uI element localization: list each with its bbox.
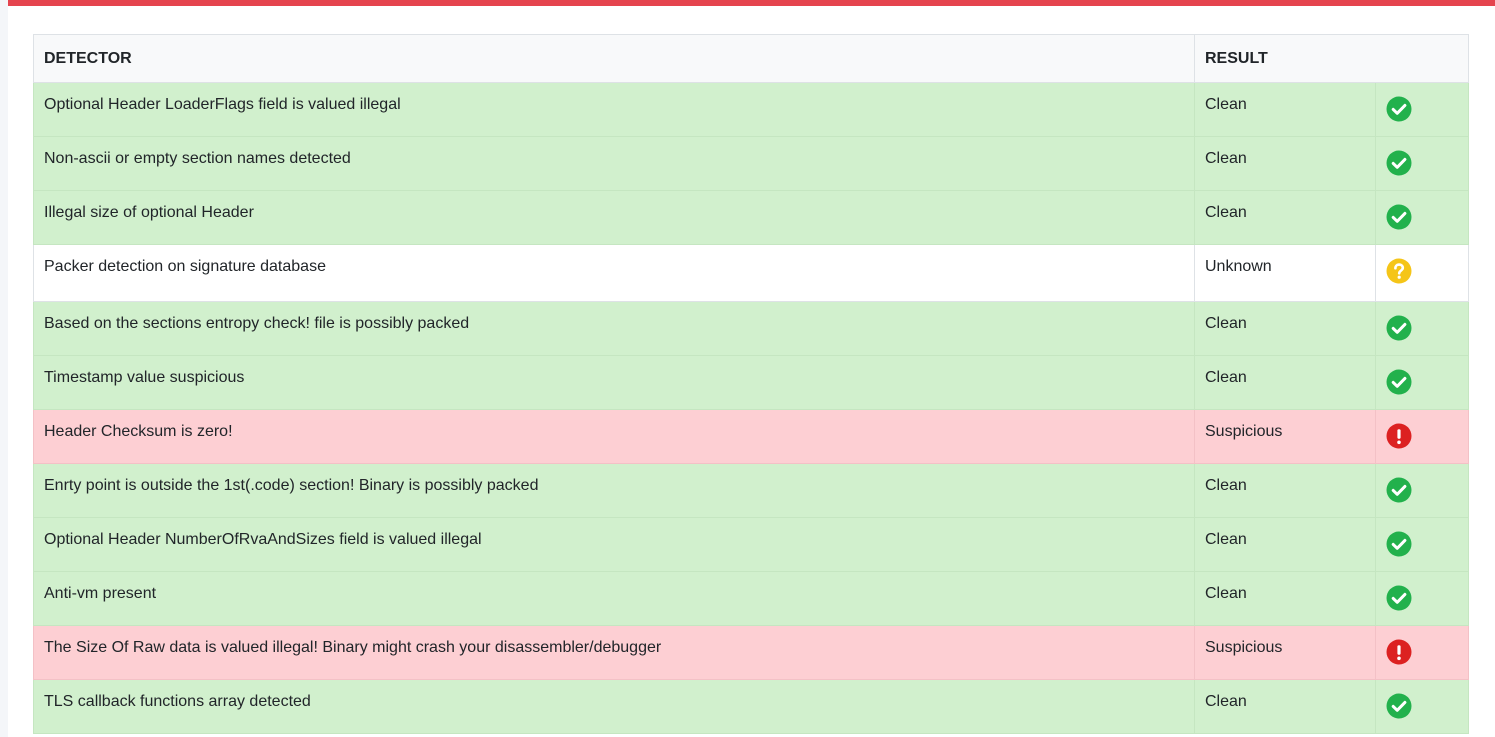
detector-name-cell: Illegal size of optional Header <box>33 190 1195 245</box>
table-row: Enrty point is outside the 1st(.code) se… <box>33 463 1469 518</box>
status-icon-cell <box>1375 355 1469 410</box>
table-row: Optional Header NumberOfRvaAndSizes fiel… <box>33 517 1469 572</box>
result-cell: Clean <box>1194 571 1376 626</box>
detector-name-cell: TLS callback functions array detected <box>33 679 1195 734</box>
status-icon-cell <box>1375 625 1469 680</box>
result-cell: Clean <box>1194 82 1376 137</box>
card-top-border <box>8 0 1495 6</box>
status-icon-cell <box>1375 679 1469 734</box>
table-row: Non-ascii or empty section names detecte… <box>33 136 1469 191</box>
check-circle-icon <box>1386 96 1412 122</box>
check-circle-icon <box>1386 315 1412 341</box>
table-row: The Size Of Raw data is valued illegal! … <box>33 625 1469 680</box>
table-row: Header Checksum is zero! Suspicious <box>33 409 1469 464</box>
result-column-header[interactable]: RESULT <box>1194 34 1376 83</box>
table-row: Optional Header LoaderFlags field is val… <box>33 82 1469 137</box>
result-cell: Clean <box>1194 355 1376 410</box>
detector-name-cell: Enrty point is outside the 1st(.code) se… <box>33 463 1195 518</box>
result-cell: Suspicious <box>1194 625 1376 680</box>
question-circle-icon <box>1386 258 1412 284</box>
detector-results-card: DETECTOR RESULT Optional Header LoaderFl… <box>8 0 1495 737</box>
status-icon-cell <box>1375 463 1469 518</box>
detector-name-cell: Timestamp value suspicious <box>33 355 1195 410</box>
table-body: Optional Header LoaderFlags field is val… <box>33 82 1469 734</box>
detector-name-cell: The Size Of Raw data is valued illegal! … <box>33 625 1195 680</box>
table-header-row: DETECTOR RESULT <box>33 34 1469 83</box>
status-icon-column-header <box>1375 34 1469 83</box>
status-icon-cell <box>1375 244 1469 302</box>
detector-name-cell: Anti-vm present <box>33 571 1195 626</box>
detector-name-cell: Non-ascii or empty section names detecte… <box>33 136 1195 191</box>
table-row: TLS callback functions array detected Cle… <box>33 679 1469 734</box>
result-cell: Suspicious <box>1194 409 1376 464</box>
status-icon-cell <box>1375 517 1469 572</box>
result-cell: Clean <box>1194 517 1376 572</box>
detector-name-cell: Packer detection on signature database <box>33 244 1195 302</box>
result-cell: Clean <box>1194 136 1376 191</box>
table-row: Illegal size of optional Header Clean <box>33 190 1469 245</box>
check-circle-icon <box>1386 150 1412 176</box>
status-icon-cell <box>1375 136 1469 191</box>
result-cell: Clean <box>1194 679 1376 734</box>
detector-results-table: DETECTOR RESULT Optional Header LoaderFl… <box>33 34 1469 734</box>
status-icon-cell <box>1375 82 1469 137</box>
detector-name-cell: Header Checksum is zero! <box>33 409 1195 464</box>
table-row: Timestamp value suspicious Clean <box>33 355 1469 410</box>
table-row: Packer detection on signature database Un… <box>33 244 1469 302</box>
detector-column-header[interactable]: DETECTOR <box>33 34 1195 83</box>
table-row: Anti-vm present Clean <box>33 571 1469 626</box>
check-circle-icon <box>1386 477 1412 503</box>
check-circle-icon <box>1386 204 1412 230</box>
check-circle-icon <box>1386 585 1412 611</box>
result-cell: Clean <box>1194 190 1376 245</box>
status-icon-cell <box>1375 301 1469 356</box>
check-circle-icon <box>1386 369 1412 395</box>
exclamation-circle-icon <box>1386 423 1412 449</box>
result-cell: Clean <box>1194 301 1376 356</box>
status-icon-cell <box>1375 409 1469 464</box>
detector-name-cell: Optional Header LoaderFlags field is val… <box>33 82 1195 137</box>
result-cell: Unknown <box>1194 244 1376 302</box>
check-circle-icon <box>1386 531 1412 557</box>
result-cell: Clean <box>1194 463 1376 518</box>
exclamation-circle-icon <box>1386 639 1412 665</box>
status-icon-cell <box>1375 190 1469 245</box>
detector-name-cell: Based on the sections entropy check! fil… <box>33 301 1195 356</box>
check-circle-icon <box>1386 693 1412 719</box>
table-row: Based on the sections entropy check! fil… <box>33 301 1469 356</box>
status-icon-cell <box>1375 571 1469 626</box>
detector-name-cell: Optional Header NumberOfRvaAndSizes fiel… <box>33 517 1195 572</box>
